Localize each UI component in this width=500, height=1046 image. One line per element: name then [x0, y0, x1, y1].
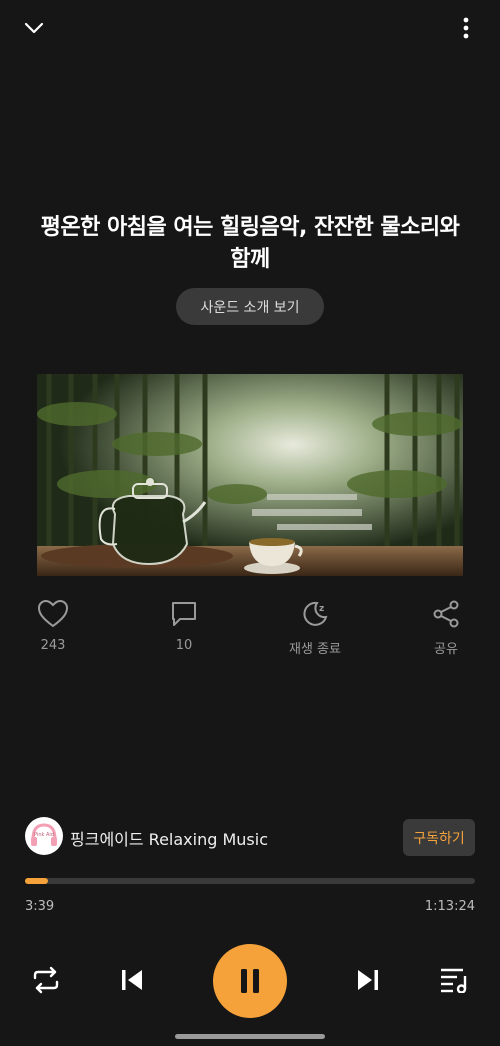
collapse-button[interactable]	[20, 14, 48, 42]
next-button[interactable]	[350, 962, 386, 998]
share-button[interactable]: 공유	[401, 600, 491, 657]
share-label: 공유	[434, 642, 458, 657]
svg-text:z: z	[319, 604, 324, 614]
like-button[interactable]: 243	[8, 599, 98, 653]
moon-sleep-icon: z	[303, 601, 328, 626]
play-pause-button[interactable]	[213, 944, 287, 1018]
sleep-timer-button[interactable]: z 재생 종료	[270, 600, 360, 657]
comment-icon	[172, 602, 196, 626]
repeat-icon	[33, 966, 59, 994]
repeat-button[interactable]	[28, 962, 64, 998]
progress-fill	[25, 878, 48, 884]
playlist-icon	[441, 968, 467, 993]
heart-icon	[37, 599, 69, 628]
current-time: 3:39	[25, 899, 55, 914]
sound-intro-button[interactable]: 사운드 소개 보기	[176, 288, 324, 325]
like-count: 243	[40, 638, 66, 653]
share-icon	[433, 600, 459, 628]
more-options-button[interactable]	[454, 14, 478, 42]
track-title: 평온한 아침을 여는 힐링음악, 잔잔한 물소리와 함께	[40, 215, 460, 272]
chevron-down-icon	[24, 22, 44, 34]
skip-next-icon	[358, 970, 378, 990]
subscribe-button[interactable]: 구독하기	[403, 819, 475, 856]
playlist-button[interactable]	[436, 962, 472, 998]
comment-count: 10	[175, 638, 193, 653]
channel-avatar[interactable]: Pink Aid	[25, 817, 63, 855]
previous-button[interactable]	[114, 962, 150, 998]
more-vertical-icon	[463, 17, 469, 39]
skip-previous-icon	[122, 970, 142, 990]
comment-button[interactable]: 10	[139, 600, 229, 653]
total-time: 1:13:24	[424, 899, 475, 914]
cover-artwork	[37, 374, 463, 576]
progress-bar[interactable]	[25, 878, 475, 884]
sleep-timer-label: 재생 종료	[289, 642, 341, 657]
avatar-logo-text: Pink Aid	[34, 832, 54, 838]
channel-name[interactable]: 핑크에이드 Relaxing Music	[70, 826, 268, 850]
home-indicator	[175, 1034, 325, 1039]
pause-icon	[241, 969, 259, 993]
